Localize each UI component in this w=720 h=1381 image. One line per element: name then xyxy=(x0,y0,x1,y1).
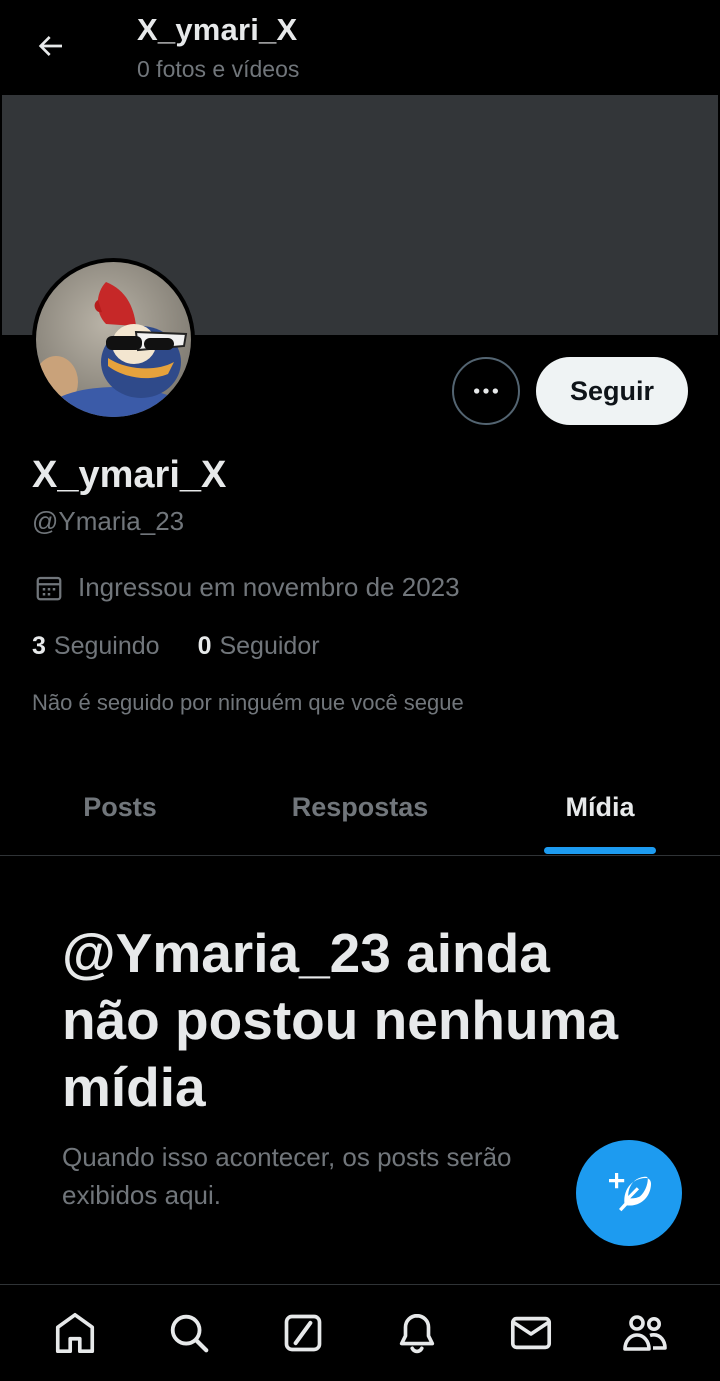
header-subtitle: 0 fotos e vídeos xyxy=(137,56,300,82)
joined-text: Ingressou em novembro de 2023 xyxy=(78,572,460,602)
nav-notifications[interactable] xyxy=(387,1303,447,1363)
display-name: X_ymari_X xyxy=(32,454,227,496)
more-horizontal-icon xyxy=(474,388,498,394)
followers-link[interactable]: 0 Seguidor xyxy=(198,632,320,661)
joined-date: Ingressou em novembro de 2023 xyxy=(34,572,460,603)
compose-post-button[interactable] xyxy=(576,1140,682,1246)
top-bar: X_ymari_X 0 fotos e vídeos xyxy=(0,0,720,95)
back-button[interactable] xyxy=(30,26,70,66)
home-icon xyxy=(55,1312,95,1354)
followers-count: 0 xyxy=(197,632,212,660)
more-options-button[interactable] xyxy=(452,357,520,425)
empty-state-description: Quando isso acontecer, os posts serão ex… xyxy=(62,1142,512,1210)
search-icon xyxy=(170,1314,209,1353)
compose-feather-icon xyxy=(609,1173,651,1212)
followers-label: Seguidor xyxy=(219,632,320,660)
tab-label: Posts xyxy=(83,792,157,822)
following-count: 3 xyxy=(32,632,46,660)
bottom-navigation xyxy=(0,1284,720,1381)
following-label: Seguindo xyxy=(53,632,160,660)
header-title: X_ymari_X xyxy=(137,12,298,47)
profile-tabs: Posts Respostas Mídia xyxy=(0,760,720,856)
nav-messages[interactable] xyxy=(501,1303,561,1363)
empty-state-title: @Ymaria_23 ainda não postou nenhuma mídi… xyxy=(62,922,619,1118)
communities-icon xyxy=(623,1315,667,1351)
tab-posts[interactable]: Posts xyxy=(0,760,240,855)
tab-label: Respostas xyxy=(291,792,429,822)
not-followed-note: Não é seguido por ninguém que você segue xyxy=(32,690,464,715)
username-handle: @Ymaria_23 xyxy=(32,506,185,536)
tab-replies[interactable]: Respostas xyxy=(240,760,480,855)
follow-button[interactable]: Seguir xyxy=(536,357,688,425)
nav-communities[interactable] xyxy=(615,1303,675,1363)
follow-stats: 3 Seguindo 0 Seguidor xyxy=(32,632,320,661)
calendar-icon xyxy=(36,576,62,600)
active-tab-indicator xyxy=(544,847,656,854)
mail-icon xyxy=(510,1316,552,1350)
bell-icon xyxy=(399,1313,435,1354)
tab-label: Mídia xyxy=(565,792,635,822)
nav-grok[interactable] xyxy=(273,1303,333,1363)
nav-home[interactable] xyxy=(45,1303,105,1363)
avatar-image xyxy=(36,262,191,417)
following-link[interactable]: 3 Seguindo xyxy=(32,632,160,661)
nav-search[interactable] xyxy=(159,1303,219,1363)
arrow-left-icon xyxy=(38,36,62,56)
avatar[interactable] xyxy=(32,258,195,421)
tab-media[interactable]: Mídia xyxy=(480,760,720,855)
grok-icon xyxy=(284,1314,322,1352)
